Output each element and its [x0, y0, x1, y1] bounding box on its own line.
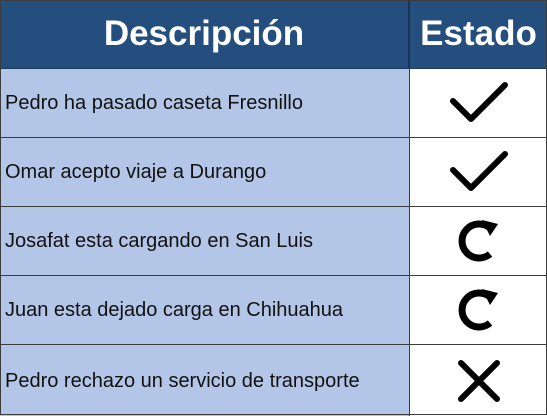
row-description: Josafat esta cargando en San Luis: [0, 207, 410, 275]
row-description: Pedro ha pasado caseta Fresnillo: [0, 69, 410, 137]
refresh-icon: [456, 216, 502, 266]
table-row: Pedro ha pasado caseta Fresnillo: [0, 69, 547, 138]
table-header: Descripción Estado: [0, 0, 547, 69]
status-table: Descripción Estado Pedro ha pasado caset…: [0, 0, 547, 416]
row-description: Pedro rechazo un servicio de transporte: [0, 345, 410, 416]
row-status: [410, 69, 547, 137]
table-row: Josafat esta cargando en San Luis: [0, 207, 547, 276]
table-row: Juan esta dejado carga en Chihuahua: [0, 276, 547, 345]
row-status: [410, 138, 547, 206]
row-status: [410, 207, 547, 275]
row-status: [410, 345, 547, 416]
table-row: Pedro rechazo un servicio de transporte: [0, 345, 547, 416]
table-row: Omar acepto viaje a Durango: [0, 138, 547, 207]
row-description: Juan esta dejado carga en Chihuahua: [0, 276, 410, 344]
x-icon: [456, 358, 502, 404]
check-icon: [447, 148, 511, 196]
status-column-header: Estado: [420, 14, 537, 53]
row-description: Omar acepto viaje a Durango: [0, 138, 410, 206]
refresh-icon: [456, 285, 502, 335]
description-column-header: Descripción: [0, 0, 410, 68]
row-status: [410, 276, 547, 344]
check-icon: [447, 79, 511, 127]
